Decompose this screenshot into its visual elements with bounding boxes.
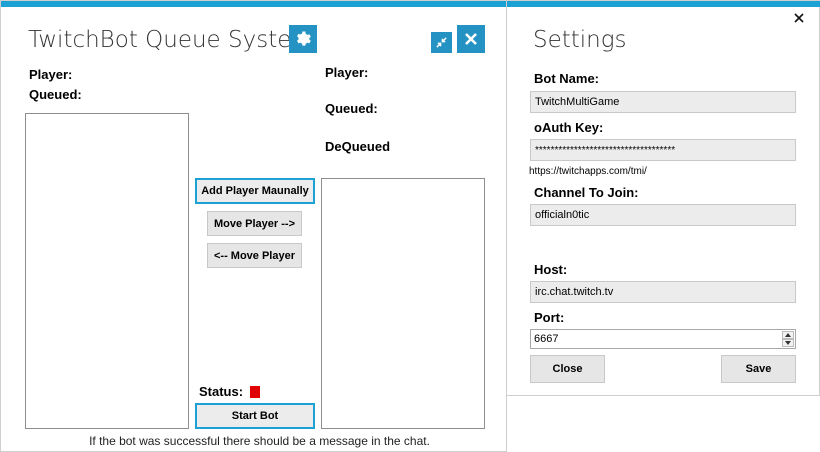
settings-close-dialog-button[interactable]: Close: [530, 355, 605, 383]
queued-label-left: Queued:: [29, 87, 82, 102]
main-title: TwitchBot Queue System: [28, 27, 314, 53]
gear-icon: [297, 31, 311, 46]
oauth-field[interactable]: ************************************: [530, 139, 796, 161]
move-player-right-button[interactable]: Move Player -->: [207, 211, 302, 236]
channel-field[interactable]: officialn0tic: [530, 204, 796, 226]
footer-text: If the bot was successful there should b…: [89, 434, 430, 448]
chevron-down-icon: [785, 341, 791, 345]
queued-list[interactable]: [25, 113, 189, 429]
main-window-accent: [1, 1, 508, 7]
port-label: Port:: [534, 310, 565, 325]
bot-name-field[interactable]: TwitchMultiGame: [530, 91, 796, 113]
host-label: Host:: [534, 262, 568, 277]
settings-save-button[interactable]: Save: [721, 355, 796, 383]
close-icon: [794, 13, 804, 23]
move-player-left-button[interactable]: <-- Move Player: [207, 243, 302, 268]
main-window: TwitchBot Queue System Player: Queued: P…: [0, 0, 508, 452]
bot-name-label: Bot Name:: [534, 71, 600, 86]
add-player-button[interactable]: Add Player Maunally: [195, 178, 315, 204]
settings-button[interactable]: [289, 25, 317, 53]
settings-title: Settings: [533, 27, 627, 53]
settings-window-accent: [507, 1, 820, 7]
settings-window: Settings Bot Name: TwitchMultiGame oAuth…: [506, 0, 820, 396]
settings-close-button[interactable]: [793, 11, 809, 27]
channel-label: Channel To Join:: [534, 185, 639, 200]
queued-label-right: Queued:: [325, 101, 378, 116]
close-icon: [465, 33, 477, 45]
port-increment-button[interactable]: [782, 331, 794, 339]
dequeued-label: DeQueued: [325, 139, 391, 154]
minimize-button[interactable]: [431, 32, 452, 53]
player-label-left: Player:: [29, 67, 73, 82]
collapse-icon: [436, 37, 447, 48]
status-indicator: [250, 386, 260, 398]
port-stepper[interactable]: 6667: [530, 329, 796, 349]
player-label-right: Player:: [325, 65, 369, 80]
port-value: 6667: [534, 333, 559, 345]
oauth-label: oAuth Key:: [534, 120, 604, 135]
host-field[interactable]: irc.chat.twitch.tv: [530, 281, 796, 303]
status-label: Status:: [199, 384, 244, 399]
start-bot-button[interactable]: Start Bot: [195, 403, 315, 429]
oauth-hint-link[interactable]: https://twitchapps.com/tmi/: [529, 166, 647, 177]
chevron-up-icon: [785, 333, 791, 337]
port-decrement-button[interactable]: [782, 339, 794, 347]
dequeued-list[interactable]: [321, 178, 485, 429]
close-window-button[interactable]: [457, 25, 485, 53]
